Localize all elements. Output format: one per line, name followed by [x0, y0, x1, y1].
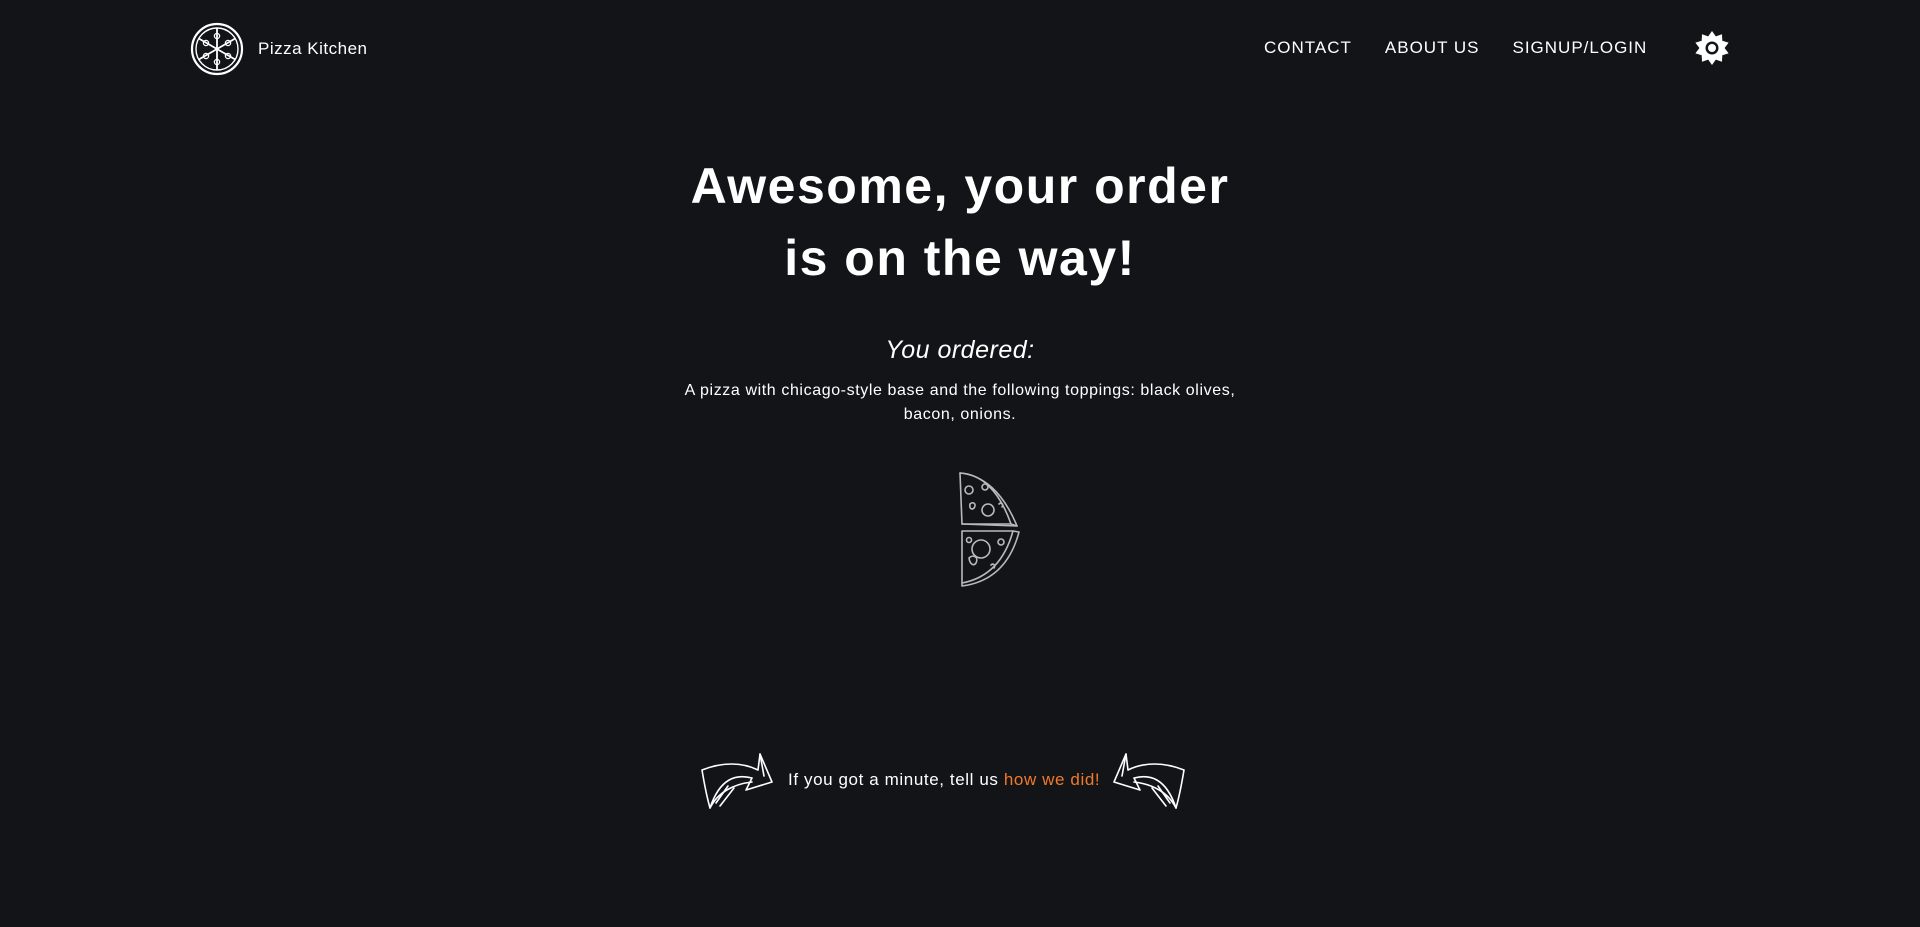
pizza-logo-icon — [190, 22, 244, 76]
nav-contact[interactable]: CONTACT — [1264, 38, 1352, 58]
headline-line-2: is on the way! — [784, 230, 1136, 286]
pizza-slices-icon — [959, 472, 1020, 587]
brand-home-link[interactable]: Pizza Kitchen — [190, 22, 368, 76]
nav-signup-login[interactable]: SIGNUP/LOGIN — [1513, 38, 1648, 58]
site-header: Pizza Kitchen CONTACT ABOUT US SIGNUP/LO… — [0, 0, 1920, 100]
brand-name: Pizza Kitchen — [258, 39, 368, 58]
feedback-link[interactable]: how we did! — [1004, 770, 1100, 789]
nav-about-us[interactable]: ABOUT US — [1385, 38, 1480, 58]
main-nav: CONTACT ABOUT US SIGNUP/LOGIN — [1264, 38, 1647, 58]
headline-line-1: Awesome, your order — [690, 158, 1230, 214]
feedback-lead-text: If you got a minute, tell us — [788, 770, 1004, 789]
order-description: A pizza with chicago-style base and the … — [684, 382, 1236, 423]
feedback-prompt: If you got a minute, tell us how we did! — [0, 748, 1920, 814]
hand-drawn-arrow-left-icon — [1113, 753, 1185, 809]
feedback-text: If you got a minute, tell us how we did! — [788, 770, 1100, 790]
order-confirmation: Awesome, your order is on the way! You o… — [0, 150, 1920, 427]
theme-toggle-icon[interactable] — [1694, 30, 1730, 66]
page: Pizza Kitchen CONTACT ABOUT US SIGNUP/LO… — [0, 0, 1920, 927]
page-title: Awesome, your order is on the way! — [680, 150, 1240, 294]
hand-drawn-arrow-right-icon — [701, 753, 773, 809]
you-ordered-heading: You ordered: — [885, 336, 1035, 364]
